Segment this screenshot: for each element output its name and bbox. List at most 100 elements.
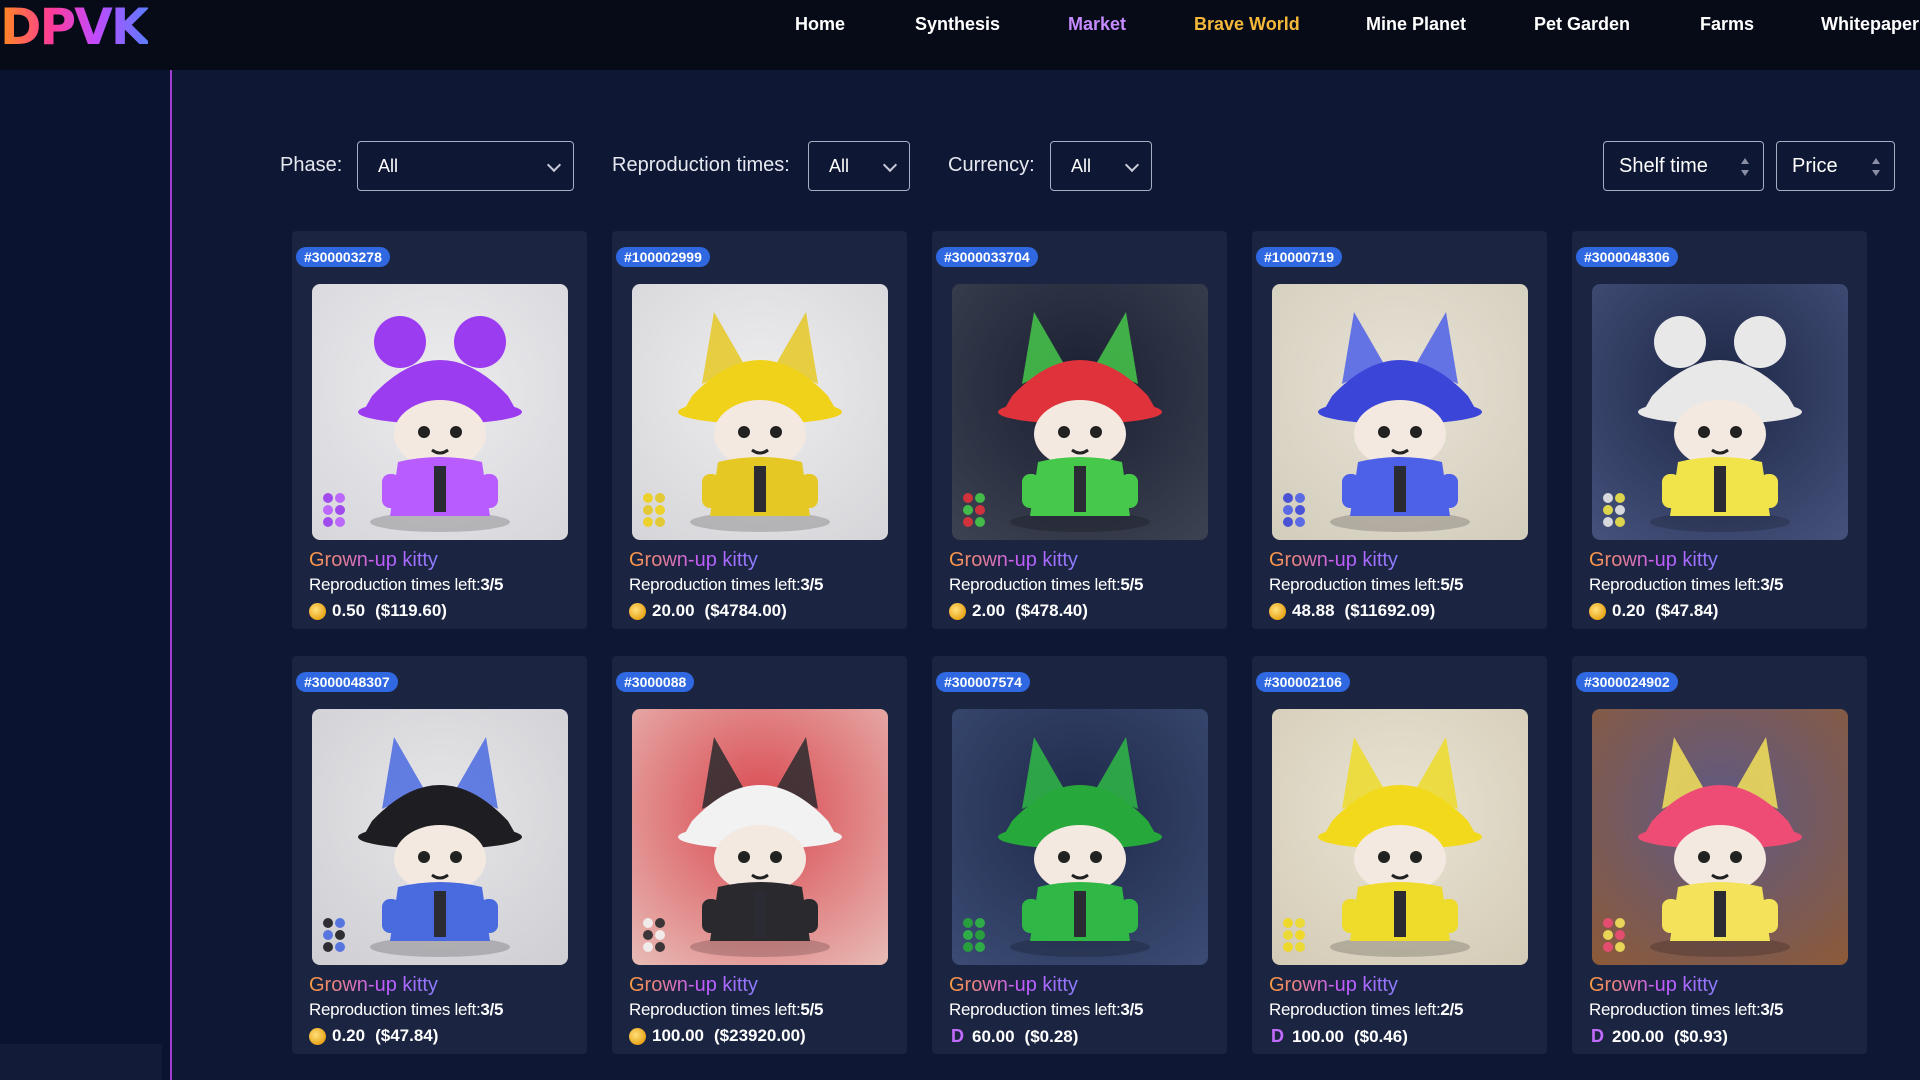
nft-card[interactable]: #300003278 Grown-up kitty Reproduction ti… bbox=[292, 231, 587, 629]
nav-item-market[interactable]: Market bbox=[1068, 14, 1126, 35]
nav-item-synthesis[interactable]: Synthesis bbox=[915, 14, 1000, 35]
reproduction-times-left: Reproduction times left:5/5 bbox=[949, 575, 1143, 595]
reproduction-value: 3/5 bbox=[480, 1000, 504, 1019]
sort-price[interactable]: Price bbox=[1776, 141, 1895, 191]
reproduction-times-left: Reproduction times left:3/5 bbox=[1589, 1000, 1783, 1020]
gold-coin-icon bbox=[629, 602, 646, 620]
token-id-badge: #3000033704 bbox=[936, 247, 1038, 267]
nav-item-farms[interactable]: Farms bbox=[1700, 14, 1754, 35]
reproduction-times-left: Reproduction times left:3/5 bbox=[1589, 575, 1783, 595]
nav-item-whitepaper[interactable]: Whitepaper bbox=[1821, 14, 1919, 35]
kitty-artwork[interactable] bbox=[1272, 709, 1528, 965]
phase-select[interactable]: All bbox=[357, 141, 574, 191]
reproduction-select-value: All bbox=[829, 156, 850, 176]
reproduction-label: Reproduction times left: bbox=[1269, 575, 1441, 594]
currency-label: Currency: bbox=[948, 154, 1035, 176]
card-price: 0.50 ($119.60) bbox=[309, 601, 447, 621]
reproduction-label: Reproduction times left: bbox=[629, 1000, 801, 1019]
reproduction-times-left: Reproduction times left:3/5 bbox=[629, 575, 823, 595]
token-id-badge: #3000024902 bbox=[1576, 672, 1678, 692]
card-title: Grown-up kitty bbox=[1269, 974, 1398, 996]
price-amount: 0.20 bbox=[1612, 601, 1646, 620]
card-price: 0.20 ($47.84) bbox=[1589, 601, 1718, 621]
reproduction-times-left: Reproduction times left:3/5 bbox=[309, 1000, 503, 1020]
kitty-artwork[interactable] bbox=[312, 284, 568, 540]
card-title: Grown-up kitty bbox=[629, 549, 758, 571]
kitty-artwork[interactable] bbox=[632, 284, 888, 540]
price-usd: ($0.93) bbox=[1674, 1026, 1728, 1046]
token-id-badge: #3000048307 bbox=[296, 672, 398, 692]
gold-coin-icon bbox=[309, 1027, 326, 1045]
card-title: Grown-up kitty bbox=[949, 549, 1078, 571]
nft-card[interactable]: #3000048307 Grown-up kitty Reproduction t… bbox=[292, 656, 587, 1054]
price-amount: 200.00 bbox=[1612, 1026, 1664, 1046]
d-token-icon: D bbox=[1591, 1026, 1604, 1046]
nav-item-brave-world[interactable]: Brave World bbox=[1194, 14, 1300, 35]
nft-card[interactable]: #3000024902 Grown-up kitty Reproduction t… bbox=[1572, 656, 1867, 1054]
gold-coin-icon bbox=[1269, 602, 1286, 620]
kitty-artwork[interactable] bbox=[1592, 709, 1848, 965]
price-amount: 20.00 bbox=[652, 601, 695, 620]
reproduction-value: 5/5 bbox=[1120, 575, 1144, 594]
nft-card[interactable]: #3000048306 Grown-up kitty Reproduction t… bbox=[1572, 231, 1867, 629]
card-price: 48.88 ($11692.09) bbox=[1269, 601, 1435, 621]
nav-item-pet-garden[interactable]: Pet Garden bbox=[1534, 14, 1630, 35]
kitty-artwork[interactable] bbox=[632, 709, 888, 965]
card-title: Grown-up kitty bbox=[629, 974, 758, 996]
kitty-artwork[interactable] bbox=[952, 709, 1208, 965]
nft-card[interactable]: #100002999 Grown-up kitty Reproduction ti… bbox=[612, 231, 907, 629]
token-id-badge: #10000719 bbox=[1256, 247, 1343, 267]
reproduction-value: 5/5 bbox=[1440, 575, 1464, 594]
nft-card[interactable]: #3000033704 Grown-up kitty Reproduction t… bbox=[932, 231, 1227, 629]
card-price: D 60.00 ($0.28) bbox=[949, 1026, 1078, 1047]
kitty-artwork[interactable] bbox=[312, 709, 568, 965]
reproduction-value: 5/5 bbox=[800, 1000, 824, 1019]
card-title: Grown-up kitty bbox=[1589, 974, 1718, 996]
reproduction-label: Reproduction times left: bbox=[629, 575, 801, 594]
price-amount: 100.00 bbox=[652, 1026, 704, 1045]
nft-card[interactable]: #300002106 Grown-up kitty Reproduction ti… bbox=[1252, 656, 1547, 1054]
reproduction-value: 2/5 bbox=[1440, 1000, 1464, 1019]
sort-arrows-icon bbox=[1872, 158, 1880, 176]
reproduction-label: Reproduction times left: bbox=[1589, 575, 1761, 594]
reproduction-select[interactable]: All bbox=[808, 141, 910, 191]
gold-coin-icon bbox=[309, 602, 326, 620]
nav-item-home[interactable]: Home bbox=[795, 14, 845, 35]
kitty-artwork[interactable] bbox=[952, 284, 1208, 540]
currency-select[interactable]: All bbox=[1050, 141, 1152, 191]
price-usd: ($119.60) bbox=[375, 601, 447, 620]
card-price: 0.20 ($47.84) bbox=[309, 1026, 438, 1046]
nav-item-mine-planet[interactable]: Mine Planet bbox=[1366, 14, 1466, 35]
reproduction-times-left: Reproduction times left:5/5 bbox=[1269, 575, 1463, 595]
price-amount: 48.88 bbox=[1292, 601, 1335, 620]
nft-card[interactable]: #3000088 Grown-up kitty Reproduction time… bbox=[612, 656, 907, 1054]
d-token-icon: D bbox=[951, 1026, 964, 1046]
price-usd: ($4784.00) bbox=[704, 601, 787, 620]
reproduction-label: Reproduction times left: bbox=[309, 1000, 481, 1019]
price-usd: ($23920.00) bbox=[714, 1026, 806, 1045]
reproduction-label: Reproduction times left: bbox=[1269, 1000, 1441, 1019]
card-price: 2.00 ($478.40) bbox=[949, 601, 1088, 621]
sort-price-label: Price bbox=[1792, 155, 1838, 177]
top-navigation-bar: DPVK bbox=[0, 0, 1920, 70]
reproduction-times-left: Reproduction times left:3/5 bbox=[309, 575, 503, 595]
price-amount: 2.00 bbox=[972, 601, 1006, 620]
kitty-artwork[interactable] bbox=[1272, 284, 1528, 540]
token-id-badge: #300007574 bbox=[936, 672, 1030, 692]
price-usd: ($47.84) bbox=[375, 1026, 439, 1045]
dpvk-logo[interactable]: DPVK bbox=[0, 0, 150, 54]
reproduction-value: 3/5 bbox=[480, 575, 504, 594]
price-usd: ($47.84) bbox=[1655, 601, 1719, 620]
sort-arrows-icon bbox=[1741, 158, 1749, 176]
reproduction-label: Reproduction times left: bbox=[949, 575, 1121, 594]
reproduction-value: 3/5 bbox=[1760, 1000, 1784, 1019]
nft-card[interactable]: #300007574 Grown-up kitty Reproduction ti… bbox=[932, 656, 1227, 1054]
nft-card[interactable]: #10000719 Grown-up kitty Reproduction tim… bbox=[1252, 231, 1547, 629]
kitty-artwork[interactable] bbox=[1592, 284, 1848, 540]
card-price: 20.00 ($4784.00) bbox=[629, 601, 787, 621]
sort-shelf-time[interactable]: Shelf time bbox=[1603, 141, 1764, 191]
reproduction-label: Reproduction times left: bbox=[309, 575, 481, 594]
token-id-badge: #3000088 bbox=[616, 672, 695, 692]
sort-shelf-time-label: Shelf time bbox=[1619, 155, 1708, 177]
card-price: D 100.00 ($0.46) bbox=[1269, 1026, 1408, 1047]
